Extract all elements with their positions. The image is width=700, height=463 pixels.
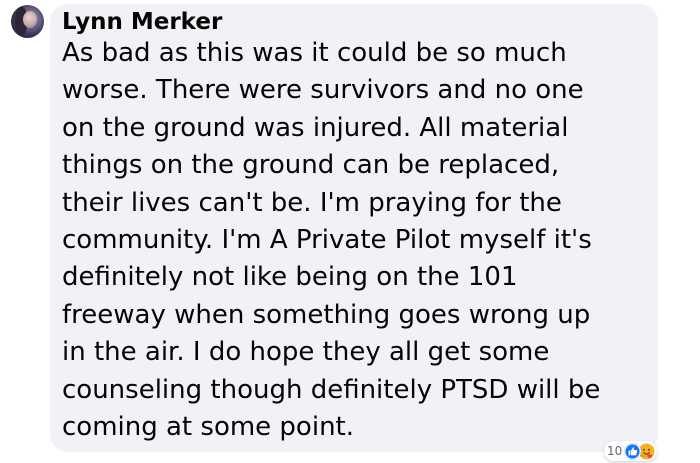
avatar[interactable] xyxy=(11,5,44,38)
reactions-summary[interactable]: 10 xyxy=(604,441,658,461)
comment-text: As bad as this was it could be so much w… xyxy=(62,38,601,443)
comment-author-name[interactable]: Lynn Merker xyxy=(62,7,222,37)
reaction-count: 10 xyxy=(607,444,623,458)
avatar-face xyxy=(23,11,37,28)
like-icon xyxy=(624,442,642,460)
